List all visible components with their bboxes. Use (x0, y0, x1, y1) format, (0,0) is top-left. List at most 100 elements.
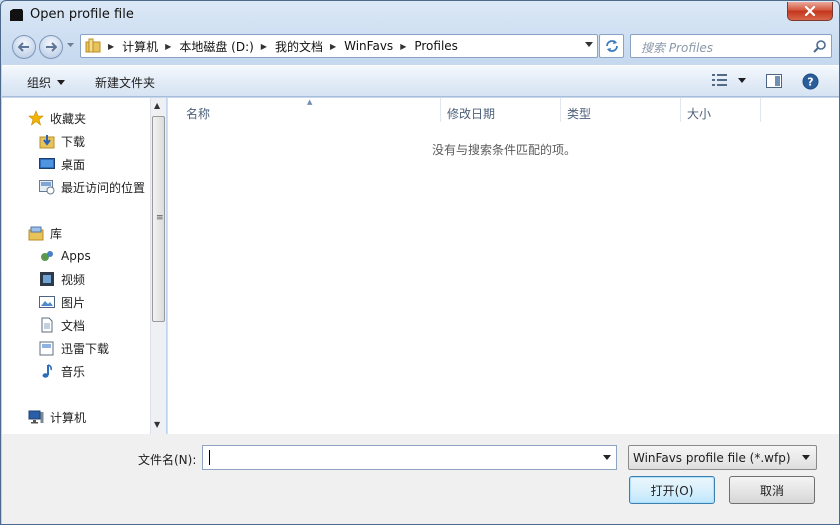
open-file-dialog: Open profile file ▶ 计算机 ▶ 本地磁盘 (D:) ▶ 我的… (0, 0, 840, 525)
nav-item-videos[interactable]: 视频 (39, 270, 85, 288)
nav-favorites-label: 收藏夹 (50, 111, 87, 126)
filename-label: 文件名(N): (138, 453, 197, 467)
nav-item-recent-places[interactable]: 最近访问的位置 (39, 178, 145, 196)
recent-pages-dropdown-icon[interactable] (67, 43, 74, 48)
empty-message: 没有与搜索条件匹配的项。 (431, 143, 576, 157)
sort-ascending-icon: ▲ (307, 98, 313, 106)
nav-item-label: 音乐 (61, 364, 86, 379)
nav-item-label: 最近访问的位置 (61, 180, 146, 195)
preview-pane-icon[interactable] (766, 73, 782, 89)
help-icon[interactable]: ? (802, 73, 819, 90)
arrow-right-icon (46, 42, 57, 52)
breadcrumb-separator[interactable]: ▶ (400, 42, 406, 51)
app-icon (10, 9, 23, 21)
forward-button[interactable] (39, 35, 63, 59)
breadcrumb-winfavs[interactable]: WinFavs (344, 39, 393, 53)
breadcrumb-separator[interactable]: ▶ (165, 42, 171, 51)
breadcrumb-documents[interactable]: 我的文档 (275, 38, 323, 55)
chevron-down-icon (57, 80, 66, 85)
scroll-up-arrow[interactable]: ▲ (154, 101, 160, 110)
filename-input[interactable] (202, 445, 617, 470)
nav-item-label: 下载 (61, 134, 86, 149)
nav-item-pictures[interactable]: 图片 (39, 293, 85, 311)
details-view-icon (712, 74, 727, 86)
column-divider[interactable] (760, 98, 761, 122)
breadcrumb-separator[interactable]: ▶ (330, 42, 336, 51)
document-icon (41, 317, 53, 333)
nav-item-apps[interactable]: Apps (39, 247, 91, 265)
library-icon (28, 226, 44, 241)
nav-item-thunder-downloads[interactable]: 迅雷下载 (39, 339, 109, 357)
computer-icon (28, 410, 44, 424)
search-placeholder: 搜索 Profiles (641, 41, 714, 55)
breadcrumb-separator[interactable]: ▶ (261, 42, 267, 51)
chevron-down-icon (738, 77, 746, 83)
breadcrumb-computer[interactable]: 计算机 (122, 38, 158, 55)
cancel-button[interactable]: 取消 (729, 476, 815, 504)
nav-item-label: 桌面 (61, 157, 86, 172)
breadcrumb-separator[interactable]: ▶ (108, 42, 114, 51)
open-button[interactable]: 打开(O) (629, 476, 715, 504)
search-input[interactable]: 搜索 Profiles (630, 34, 832, 58)
text-caret (209, 450, 210, 465)
grip-icon: ≡ (156, 213, 164, 223)
nav-libraries[interactable]: 库 (28, 224, 62, 242)
column-divider[interactable] (560, 98, 561, 122)
nav-scrollbar[interactable]: ▲ ≡ ▼ (150, 98, 166, 434)
nav-item-desktop[interactable]: 桌面 (39, 155, 85, 173)
open-button-label: 打开(O) (650, 483, 694, 498)
close-button[interactable] (787, 2, 833, 21)
command-bar: 组织 新建文件夹 ? (2, 65, 839, 97)
download-folder-icon (39, 135, 55, 149)
chevron-down-icon[interactable] (585, 42, 593, 47)
column-divider[interactable] (440, 98, 441, 122)
breadcrumb-drive-d[interactable]: 本地磁盘 (D:) (179, 38, 253, 55)
breadcrumb-profiles[interactable]: Profiles (414, 39, 458, 53)
nav-computer[interactable]: 计算机 (28, 408, 86, 426)
nav-item-label: 迅雷下载 (61, 341, 110, 356)
nav-favorites[interactable]: 收藏夹 (28, 109, 86, 127)
column-header-type[interactable]: 类型 (567, 105, 591, 122)
nav-item-label: 文档 (61, 318, 86, 333)
folder-icon (85, 38, 101, 53)
nav-item-downloads[interactable]: 下载 (39, 132, 85, 150)
arrow-left-icon (18, 42, 29, 52)
star-icon (28, 110, 44, 126)
chevron-down-icon[interactable] (603, 455, 611, 460)
scroll-down-arrow[interactable]: ▼ (154, 420, 160, 429)
svg-text:?: ? (807, 76, 813, 89)
change-view-button[interactable] (712, 74, 746, 86)
video-icon (40, 272, 54, 286)
nav-computer-label: 计算机 (50, 410, 87, 425)
file-list[interactable]: ▲ 名称 修改日期 类型 大小 没有与搜索条件匹配的项。 (167, 98, 839, 434)
search-icon[interactable] (813, 39, 827, 53)
column-header-name[interactable]: 名称 (186, 105, 210, 122)
scroll-thumb[interactable]: ≡ (152, 116, 165, 322)
column-divider[interactable] (680, 98, 681, 122)
file-type-select[interactable]: WinFavs profile file (*.wfp) (628, 445, 817, 470)
organize-label: 组织 (27, 76, 52, 90)
chevron-down-icon (802, 455, 810, 460)
back-button[interactable] (12, 35, 36, 59)
title-bar[interactable]: Open profile file (1, 1, 839, 31)
nav-item-music[interactable]: 音乐 (39, 362, 85, 380)
apps-library-icon (41, 251, 53, 261)
new-folder-button[interactable]: 新建文件夹 (95, 74, 155, 91)
cancel-button-label: 取消 (759, 483, 784, 498)
pictures-icon (39, 296, 55, 308)
nav-item-documents[interactable]: 文档 (39, 316, 85, 334)
column-header-size[interactable]: 大小 (687, 105, 711, 122)
recent-places-icon (39, 180, 55, 195)
music-icon (42, 364, 52, 378)
refresh-button[interactable] (599, 34, 624, 58)
window-title: Open profile file (30, 7, 134, 22)
nav-libraries-label: 库 (50, 226, 63, 241)
address-bar[interactable]: ▶ 计算机 ▶ 本地磁盘 (D:) ▶ 我的文档 ▶ WinFavs ▶ Pro… (80, 34, 598, 58)
organize-button[interactable]: 组织 (27, 74, 66, 91)
close-icon (804, 6, 816, 16)
column-header-date-modified[interactable]: 修改日期 (447, 105, 495, 122)
nav-item-label: 图片 (61, 295, 86, 310)
refresh-icon (605, 40, 618, 52)
library-folder-icon (39, 341, 54, 356)
nav-item-label: 视频 (61, 272, 86, 287)
